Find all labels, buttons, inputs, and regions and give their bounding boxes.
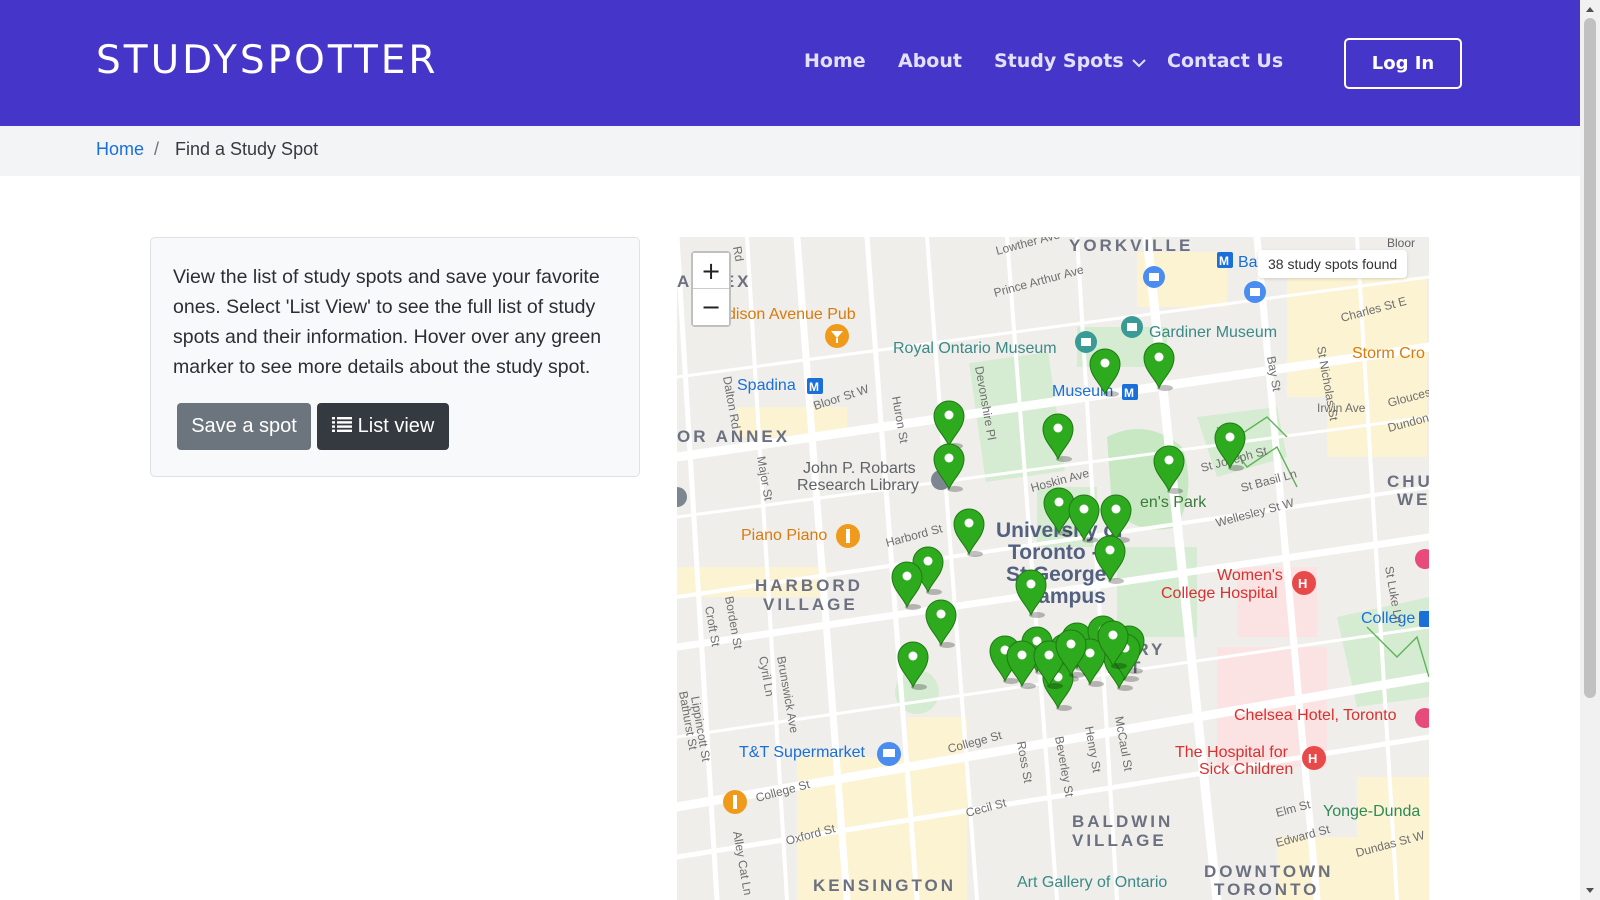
list-view-button[interactable]: List view: [317, 403, 449, 450]
info-card: View the list of study spots and save yo…: [150, 237, 640, 477]
metro-icon: [1419, 611, 1429, 627]
spots-found-badge: 38 study spots found: [1258, 250, 1408, 278]
info-text: View the list of study spots and save yo…: [173, 266, 602, 378]
label-yonge: Yonge-Dunda: [1323, 803, 1420, 820]
label-womens-2: College Hospital: [1161, 585, 1278, 602]
chevron-down-icon: [1131, 51, 1146, 73]
museum-icon: [1121, 316, 1143, 338]
label-robarts-1: John P. Robarts: [803, 460, 916, 477]
svg-text:M: M: [1124, 386, 1134, 400]
nav-about[interactable]: About: [898, 50, 962, 72]
label-queens-park: en's Park: [1140, 494, 1207, 511]
grocery-icon: [877, 742, 901, 766]
label-bedford: Rd: [730, 245, 746, 263]
label-madison-pub: dison Avenue Pub: [727, 306, 856, 323]
brand-logo[interactable]: STUDYSPOTTER: [96, 38, 439, 83]
label-uoft-2: Toronto -: [1008, 541, 1099, 564]
scroll-down-icon[interactable]: [1584, 886, 1596, 896]
bar-icon: [825, 324, 849, 348]
page: STUDYSPOTTER Home About Study Spots Cont…: [0, 0, 1600, 900]
label-baldwin-2: VILLAGE: [1072, 831, 1167, 850]
map-canvas[interactable]: YORKVILLE ANNEX OR ANNEX HARBORD VILLAGE…: [677, 237, 1429, 900]
zoom-out-button[interactable]: −: [693, 289, 729, 325]
nav-home[interactable]: Home: [804, 50, 866, 72]
label-womens-1: Women's: [1217, 567, 1283, 584]
label-storm: Storm Cro: [1352, 345, 1425, 362]
label-ago: Art Gallery of Ontario: [1017, 874, 1167, 891]
hospital-icon: H: [1292, 571, 1316, 595]
shopping-icon: [1244, 281, 1266, 303]
restaurant-icon: [723, 790, 747, 814]
scroll-up-icon[interactable]: [1584, 4, 1596, 14]
label-rom: Royal Ontario Museum: [893, 340, 1057, 357]
save-spot-button[interactable]: Save a spot: [177, 403, 311, 450]
label-annex-2: OR ANNEX: [677, 427, 790, 446]
study-spot-map[interactable]: YORKVILLE ANNEX OR ANNEX HARBORD VILLAGE…: [677, 237, 1429, 900]
label-yorkville: YORKVILLE: [1069, 237, 1193, 255]
navbar: STUDYSPOTTER Home About Study Spots Cont…: [0, 0, 1580, 126]
label-robarts-2: Research Library: [797, 477, 919, 494]
metro-icon: M: [1217, 252, 1233, 268]
label-baldwin-1: BALDWIN: [1072, 812, 1173, 831]
label-church-2: WE: [1397, 490, 1429, 509]
breadcrumb-separator: /: [154, 139, 160, 159]
label-harbord-1: HARBORD: [755, 576, 863, 595]
label-spadina: Spadina: [737, 377, 796, 394]
hospital-icon: H: [1302, 746, 1326, 770]
zoom-control: + −: [691, 251, 731, 327]
breadcrumb-home-link[interactable]: Home: [96, 139, 144, 160]
login-button[interactable]: Log In: [1344, 38, 1462, 89]
svg-text:H: H: [1308, 751, 1317, 766]
label-chelsea: Chelsea Hotel, Toronto: [1234, 707, 1397, 724]
zoom-in-button[interactable]: +: [693, 253, 729, 289]
label-tt: T&T Supermarket: [739, 744, 866, 761]
restaurant-icon: [836, 524, 860, 548]
metro-icon: M: [1122, 384, 1138, 400]
svg-text:H: H: [1298, 576, 1307, 591]
metro-icon: M: [807, 378, 823, 394]
list-view-label: List view: [357, 415, 435, 437]
label-sickkids-1: The Hospital for: [1175, 744, 1289, 761]
svg-text:M: M: [809, 380, 819, 394]
label-college-station: College: [1361, 610, 1415, 627]
breadcrumb: Home / Find a Study Spot: [0, 126, 1580, 176]
label-harbord-2: VILLAGE: [763, 595, 858, 614]
nav-contact[interactable]: Contact Us: [1167, 50, 1283, 72]
label-downtown-2: TORONTO: [1214, 880, 1319, 899]
list-icon: [331, 415, 352, 438]
nav-study-spots-label: Study Spots: [994, 50, 1124, 72]
label-piano-piano: Piano Piano: [741, 527, 827, 544]
svg-text:M: M: [1219, 254, 1229, 268]
label-gardiner: Gardiner Museum: [1149, 324, 1277, 341]
label-bloor-e: Bloor: [1387, 237, 1415, 250]
label-sickkids-2: Sick Children: [1199, 761, 1293, 778]
shopping-icon: [1143, 266, 1165, 288]
breadcrumb-current: Find a Study Spot: [175, 139, 319, 159]
label-kensington: KENSINGTON: [813, 876, 956, 895]
nav-study-spots[interactable]: Study Spots: [994, 50, 1146, 73]
museum-icon: [1075, 331, 1097, 353]
scrollbar-thumb[interactable]: [1584, 18, 1596, 698]
label-downtown-1: DOWNTOWN: [1204, 862, 1333, 881]
label-church-1: CHU: [1387, 472, 1429, 491]
